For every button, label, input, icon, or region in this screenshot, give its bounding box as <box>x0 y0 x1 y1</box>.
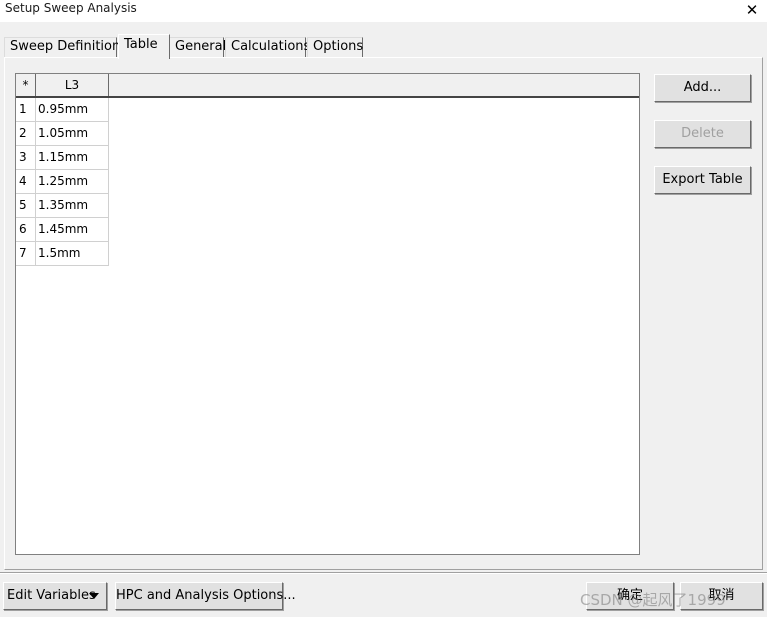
row-number[interactable]: 1 <box>16 98 36 122</box>
table-header: * L3 <box>16 74 639 98</box>
window-title: Setup Sweep Analysis <box>5 1 137 15</box>
cell-l3[interactable]: 1.45mm <box>36 218 109 242</box>
cell-l3[interactable]: 1.15mm <box>36 146 109 170</box>
cell-l3[interactable]: 1.35mm <box>36 194 109 218</box>
footer-separator <box>0 572 767 574</box>
tab-options[interactable]: Options <box>307 37 363 58</box>
row-number[interactable]: 6 <box>16 218 36 242</box>
edit-variables-label: Edit Variables <box>7 588 96 603</box>
ok-button[interactable]: 确定 <box>586 582 674 610</box>
dropdown-arrow-icon <box>89 593 99 599</box>
row-number[interactable]: 4 <box>16 170 36 194</box>
cell-l3[interactable]: 1.05mm <box>36 122 109 146</box>
cancel-button[interactable]: 取消 <box>680 582 763 610</box>
tab-general[interactable]: General <box>169 37 226 58</box>
cell-l3[interactable]: 0.95mm <box>36 98 109 122</box>
title-bar: Setup Sweep Analysis ✕ <box>0 0 767 22</box>
row-number[interactable]: 2 <box>16 122 36 146</box>
export-table-button[interactable]: Export Table <box>654 166 751 194</box>
close-icon[interactable]: ✕ <box>737 0 767 20</box>
row-number[interactable]: 5 <box>16 194 36 218</box>
header-l3[interactable]: L3 <box>36 74 109 96</box>
tab-calculations[interactable]: Calculations <box>225 37 310 58</box>
sweep-table[interactable]: * L3 1 0.95mm 2 1.05mm 3 1.15mm 4 1.25mm… <box>15 73 640 555</box>
cell-l3[interactable]: 1.5mm <box>36 242 109 266</box>
add-button[interactable]: Add... <box>654 74 751 102</box>
row-number[interactable]: 7 <box>16 242 36 266</box>
cell-l3[interactable]: 1.25mm <box>36 170 109 194</box>
delete-button[interactable]: Delete <box>654 120 751 148</box>
hpc-options-button[interactable]: HPC and Analysis Options... <box>115 582 296 610</box>
edit-variables-dropdown[interactable]: Edit Variables <box>3 582 107 610</box>
header-select-all[interactable]: * <box>16 74 36 96</box>
row-number[interactable]: 3 <box>16 146 36 170</box>
tab-table[interactable]: Table <box>118 34 170 59</box>
tab-sweep-definitions[interactable]: Sweep Definitions <box>4 37 127 58</box>
